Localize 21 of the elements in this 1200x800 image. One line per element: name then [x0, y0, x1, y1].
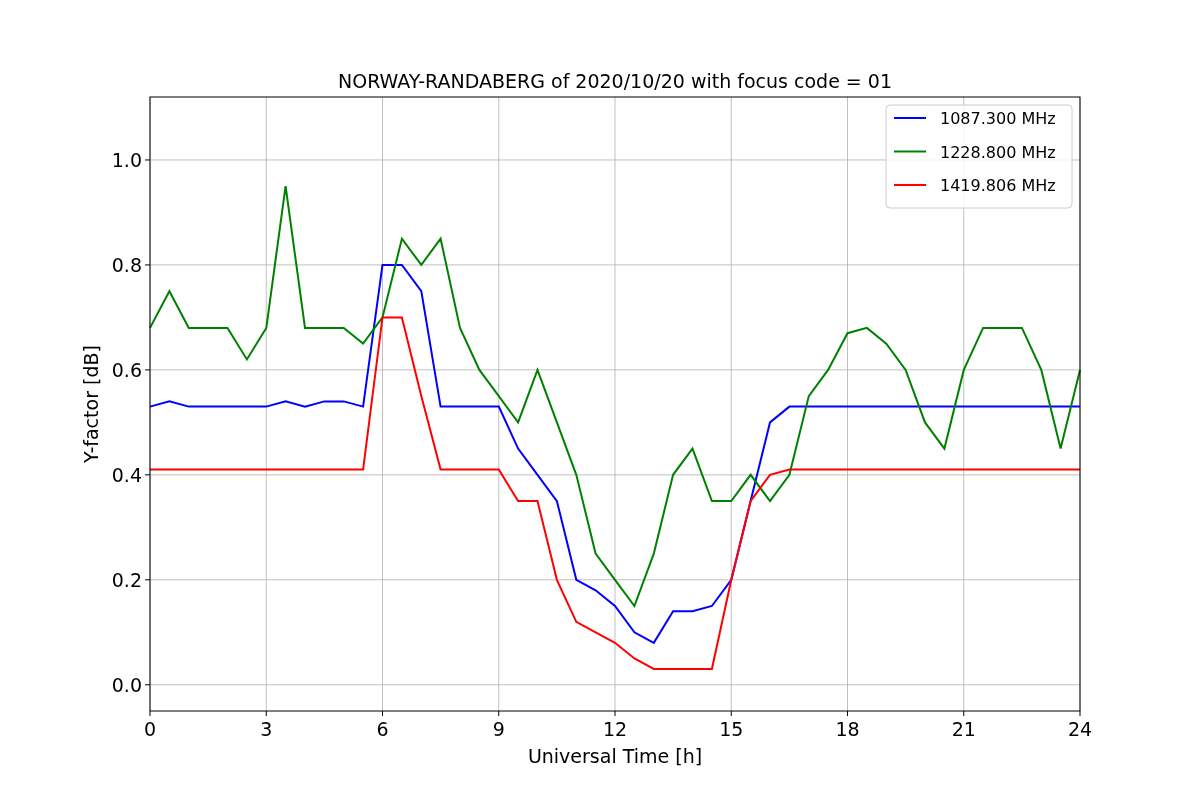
x-tick-label: 12: [602, 718, 628, 740]
x-tick-label: 18: [835, 718, 860, 740]
x-tick-label: 15: [719, 718, 744, 740]
y-tick-label: 0.4: [111, 463, 142, 486]
y-tick-label: 0.2: [111, 568, 142, 591]
y-tick-label: 1.0: [111, 148, 142, 171]
x-axis-label: Universal Time [h]: [527, 745, 703, 767]
x-tick-label: 6: [376, 718, 389, 740]
legend-label: 1228.800 MHz: [940, 142, 1056, 162]
y-tick-label: 0.8: [111, 253, 142, 276]
legend-label: 1419.806 MHz: [940, 176, 1056, 195]
x-tick-label: 0: [143, 718, 157, 740]
y-tick-label: 0.6: [111, 358, 142, 381]
x-tick-label: 21: [951, 718, 976, 740]
x-tick-label: 3: [260, 718, 273, 740]
y-tick-label: 0.0: [111, 673, 142, 696]
legend-label: 1087.300 MHz: [940, 109, 1056, 128]
chart-title: NORWAY-RANDABERG of 2020/10/20 with focus code = 01: [338, 70, 892, 92]
x-tick-label: 24: [1067, 718, 1093, 740]
y-axis-label: Y-factor [dB]: [80, 345, 102, 463]
x-tick-label: 9: [492, 718, 505, 740]
